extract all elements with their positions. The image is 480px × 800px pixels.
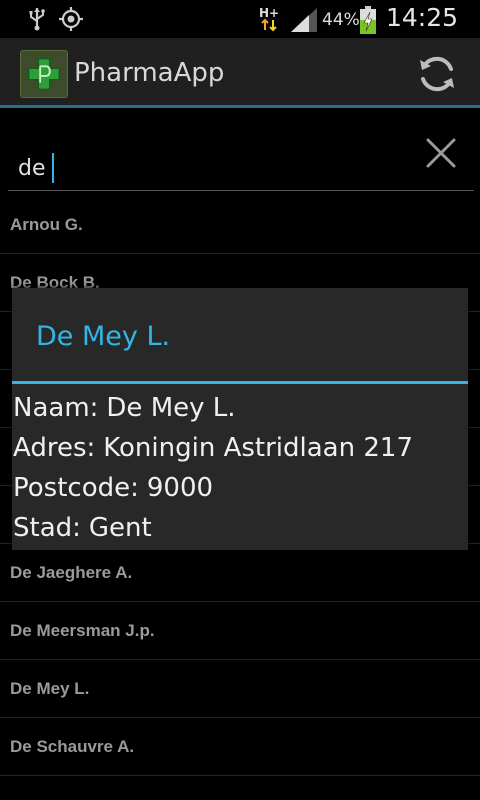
list-item[interactable]: Arnou G. xyxy=(0,196,480,254)
status-bar: H+ 44% 14:25 xyxy=(0,0,480,38)
refresh-icon[interactable] xyxy=(414,52,460,96)
signal-icon xyxy=(291,8,317,32)
clear-icon[interactable] xyxy=(424,136,458,170)
list-item[interactable]: De Jaeghere A. xyxy=(0,544,480,602)
action-bar: PharmaApp xyxy=(0,38,480,108)
app-title: PharmaApp xyxy=(74,58,225,88)
search-input[interactable] xyxy=(18,150,358,186)
text-cursor xyxy=(52,153,54,183)
dialog-title: De Mey L. xyxy=(36,321,171,352)
list-item[interactable]: De Schauvre A. xyxy=(0,718,480,776)
field-adres: Adres: Koningin Astridlaan 217 xyxy=(12,428,468,468)
search-underline xyxy=(8,190,474,191)
list-item[interactable]: De Meersman J.p. xyxy=(0,602,480,660)
field-value: Gent xyxy=(88,513,152,543)
field-stad: Stad: Gent xyxy=(12,508,468,548)
network-type: H+ xyxy=(259,6,279,20)
usb-icon xyxy=(29,8,45,31)
field-label: Postcode: xyxy=(13,473,139,503)
field-value: Koningin Astridlaan 217 xyxy=(103,433,413,463)
field-label: Naam: xyxy=(13,393,99,423)
field-value: De Mey L. xyxy=(106,393,236,423)
dialog-header: De Mey L. xyxy=(12,288,468,384)
app-logo-icon[interactable] xyxy=(20,50,68,98)
list-item[interactable]: De Mey L. xyxy=(0,660,480,718)
field-value: 9000 xyxy=(146,473,214,503)
dialog-body: Naam: De Mey L. Adres: Koningin Astridlaan… xyxy=(12,384,468,548)
clock: 14:25 xyxy=(386,3,459,32)
gps-icon xyxy=(59,7,83,31)
network-arrows-icon: H+ xyxy=(259,6,279,32)
field-label: Stad: xyxy=(13,513,81,543)
detail-dialog: De Mey L. Naam: De Mey L. Adres: Koningin … xyxy=(12,288,468,550)
battery-percent: 44% xyxy=(322,10,360,30)
battery-charging-icon xyxy=(360,6,376,34)
field-postcode: Postcode: 9000 xyxy=(12,468,468,508)
field-label: Adres: xyxy=(13,433,96,463)
field-naam: Naam: De Mey L. xyxy=(12,388,468,428)
